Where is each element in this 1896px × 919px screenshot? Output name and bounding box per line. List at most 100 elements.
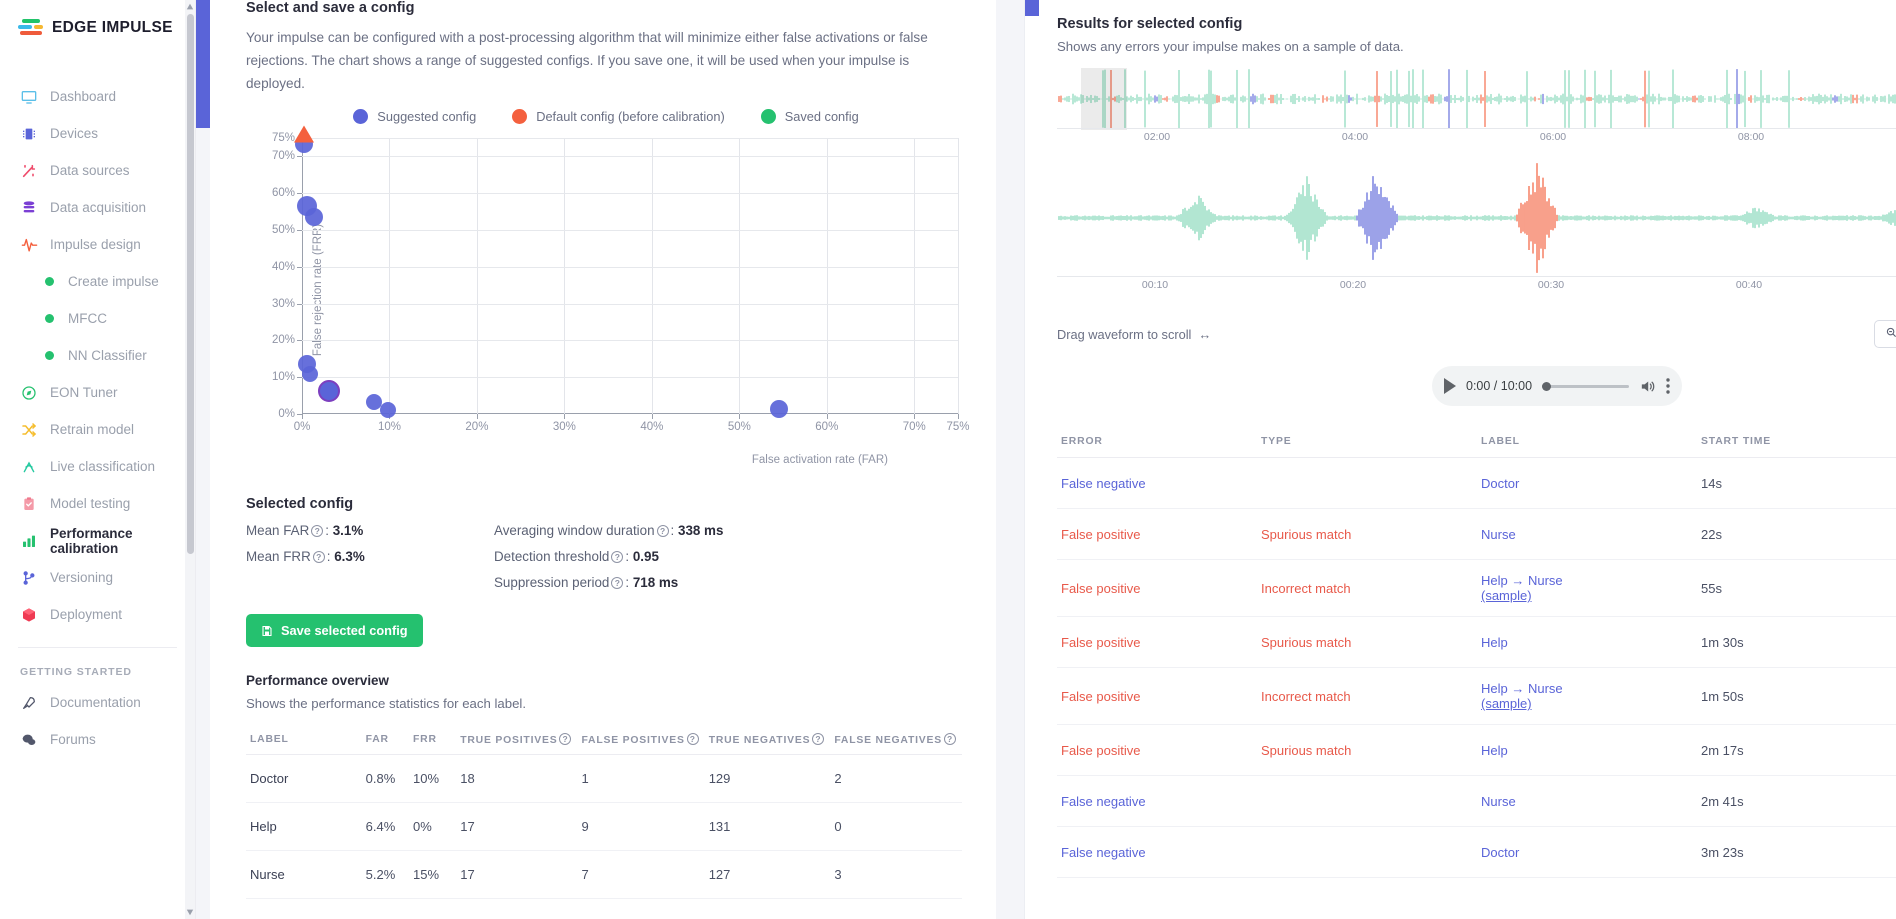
pulse-icon bbox=[20, 236, 38, 254]
help-icon[interactable]: ? bbox=[944, 733, 956, 745]
sidebar-item-impulse-design[interactable]: Impulse design bbox=[0, 226, 195, 263]
sidebar-item-versioning[interactable]: Versioning bbox=[0, 559, 195, 596]
save-selected-config-button[interactable]: Save selected config bbox=[246, 614, 423, 647]
label-cell: Nurse bbox=[1477, 775, 1697, 827]
waveform-tick-label: 00:30 bbox=[1537, 279, 1565, 291]
plot-box[interactable]: 0% 10% 20% 30% 40% 50% 60% 70% 75% 0% 10% 20% 30% 40%… bbox=[272, 125, 970, 433]
sidebar-item-live-classification[interactable]: Live classification bbox=[0, 448, 195, 485]
suggested-config-marker[interactable] bbox=[379, 402, 396, 419]
legend-swatch-icon bbox=[353, 109, 369, 124]
sidebar-item-label: Documentation bbox=[50, 695, 141, 710]
brand-logo[interactable]: EDGE IMPULSE bbox=[0, 0, 195, 56]
label-cell: Help → Nurse (sample) bbox=[1477, 667, 1697, 725]
legend-item-saved[interactable]: Saved config bbox=[760, 109, 859, 124]
selected-config-marker[interactable] bbox=[318, 379, 341, 402]
table-row: Help 6.4% 0% 17 9 131 0 bbox=[246, 802, 962, 851]
label-text: Help bbox=[1481, 742, 1508, 758]
help-icon[interactable]: ? bbox=[611, 577, 624, 590]
sidebar-item-label: Model testing bbox=[50, 496, 131, 511]
label-text: Nurse bbox=[1481, 526, 1516, 542]
audio-player[interactable]: 0:00 / 10:00 bbox=[1432, 366, 1682, 406]
error-cell: False negative bbox=[1057, 826, 1257, 878]
sidebar-scrollbar[interactable] bbox=[185, 0, 195, 919]
mean-far-value: 3.1% bbox=[332, 523, 364, 538]
more-options-icon[interactable] bbox=[1666, 378, 1670, 394]
audio-progress-slider[interactable] bbox=[1542, 381, 1629, 391]
table-cell-frr: 10% bbox=[409, 754, 457, 803]
scroll-up-arrow-icon[interactable] bbox=[186, 3, 194, 11]
table-row: False positiveSpurious matchHelp1m 30sPl… bbox=[1057, 616, 1896, 668]
volume-icon[interactable] bbox=[1639, 378, 1656, 395]
sidebar-item-model-testing[interactable]: Model testing bbox=[0, 485, 195, 522]
suppression-period-row: Suppression period?: 718 ms bbox=[494, 575, 679, 590]
help-icon[interactable]: ? bbox=[559, 733, 572, 745]
column-gap bbox=[996, 0, 1016, 919]
sidebar-scroll-thumb[interactable] bbox=[187, 14, 194, 554]
legend-item-default[interactable]: Default config (before calibration) bbox=[512, 109, 725, 124]
sidebar-item-devices[interactable]: Devices bbox=[0, 115, 195, 152]
sample-link[interactable]: (sample) bbox=[1481, 588, 1532, 603]
sidebar-item-deployment[interactable]: Deployment bbox=[0, 596, 195, 633]
play-icon[interactable] bbox=[1444, 378, 1456, 394]
save-button-label: Save selected config bbox=[281, 623, 408, 638]
table-row: False positiveSpurious matchNurse22sPlay bbox=[1057, 508, 1896, 560]
help-icon[interactable]: ? bbox=[812, 733, 825, 745]
y-tick-mark bbox=[297, 230, 302, 231]
monitor-icon bbox=[20, 88, 38, 106]
sidebar: EDGE IMPULSE Dashboard Devices Data sour… bbox=[0, 0, 196, 919]
suggested-config-marker[interactable] bbox=[301, 365, 318, 382]
column-header: START TIME bbox=[1697, 426, 1896, 458]
gridline-horizontal bbox=[302, 266, 958, 268]
sidebar-item-nn-classifier[interactable]: NN Classifier bbox=[0, 337, 195, 374]
suggested-config-marker[interactable] bbox=[769, 400, 788, 419]
sidebar-item-create-impulse[interactable]: Create impulse bbox=[0, 263, 195, 300]
waveform-detail[interactable] bbox=[1057, 160, 1896, 278]
default-config-marker[interactable] bbox=[294, 125, 315, 143]
gridline-horizontal bbox=[302, 303, 958, 305]
sidebar-item-label: Forums bbox=[50, 732, 96, 747]
sidebar-item-eon-tuner[interactable]: EON Tuner bbox=[0, 374, 195, 411]
waveform-tick-label: 00:20 bbox=[1339, 279, 1367, 291]
type-cell bbox=[1257, 775, 1477, 827]
sidebar-item-dashboard[interactable]: Dashboard bbox=[0, 78, 195, 115]
error-cell: False positive bbox=[1057, 508, 1257, 560]
legend-item-suggested[interactable]: Suggested config bbox=[353, 109, 476, 124]
wand-icon bbox=[20, 162, 38, 180]
sample-link[interactable]: (sample) bbox=[1481, 696, 1532, 711]
gridline-vertical bbox=[564, 138, 566, 414]
table-row: False negativeDoctor3m 23sPlay bbox=[1057, 826, 1896, 878]
help-icon[interactable]: ? bbox=[686, 733, 699, 745]
help-icon[interactable]: ? bbox=[656, 525, 669, 538]
label-cell: Help → Nurse (sample) bbox=[1477, 559, 1697, 617]
plot-area[interactable]: False rejection rate (FRR) 0% 10% 20% 30% 40… bbox=[246, 125, 970, 450]
antenna-icon bbox=[20, 458, 38, 476]
waveform-overview[interactable] bbox=[1057, 68, 1896, 130]
sidebar-item-label: Retrain model bbox=[50, 422, 135, 437]
help-icon[interactable]: ? bbox=[611, 551, 624, 564]
sidebar-item-retrain-model[interactable]: Retrain model bbox=[0, 411, 195, 448]
sidebar-item-documentation[interactable]: Documentation bbox=[0, 684, 195, 721]
performance-overview-description: Shows the performance statistics for eac… bbox=[246, 696, 527, 711]
sidebar-item-forums[interactable]: Forums bbox=[0, 721, 195, 758]
help-icon[interactable]: ? bbox=[311, 525, 324, 538]
scroll-down-arrow-icon[interactable] bbox=[186, 908, 194, 916]
table-cell-label: Nurse bbox=[246, 850, 362, 899]
zoom-out-button[interactable]: Zoom out bbox=[1873, 320, 1896, 348]
waveform-selection-window[interactable] bbox=[1081, 68, 1127, 130]
sidebar-item-mfcc[interactable]: MFCC bbox=[0, 300, 195, 337]
sidebar-item-performance-calibration[interactable]: Performance calibration bbox=[0, 522, 195, 559]
gridline-vertical bbox=[476, 138, 478, 414]
sidebar-item-data-acquisition[interactable]: Data acquisition bbox=[0, 189, 195, 226]
table-cell-label: Doctor bbox=[246, 754, 362, 803]
label-cell: Nurse bbox=[1477, 508, 1697, 560]
results-description: Shows any errors your impulse makes on a… bbox=[1057, 39, 1404, 54]
sidebar-item-label: Live classification bbox=[50, 459, 156, 474]
suggested-config-marker[interactable] bbox=[305, 208, 324, 227]
gridline-horizontal bbox=[302, 340, 958, 342]
help-icon[interactable]: ? bbox=[312, 551, 325, 564]
table-cell-fn: 0 bbox=[830, 802, 962, 851]
chart-legend: Suggested config Default config (before … bbox=[246, 109, 966, 124]
drag-hint-label: Drag waveform to scroll ↔ bbox=[1057, 327, 1211, 342]
y-tick-mark bbox=[297, 193, 302, 195]
sidebar-item-data-sources[interactable]: Data sources bbox=[0, 152, 195, 189]
